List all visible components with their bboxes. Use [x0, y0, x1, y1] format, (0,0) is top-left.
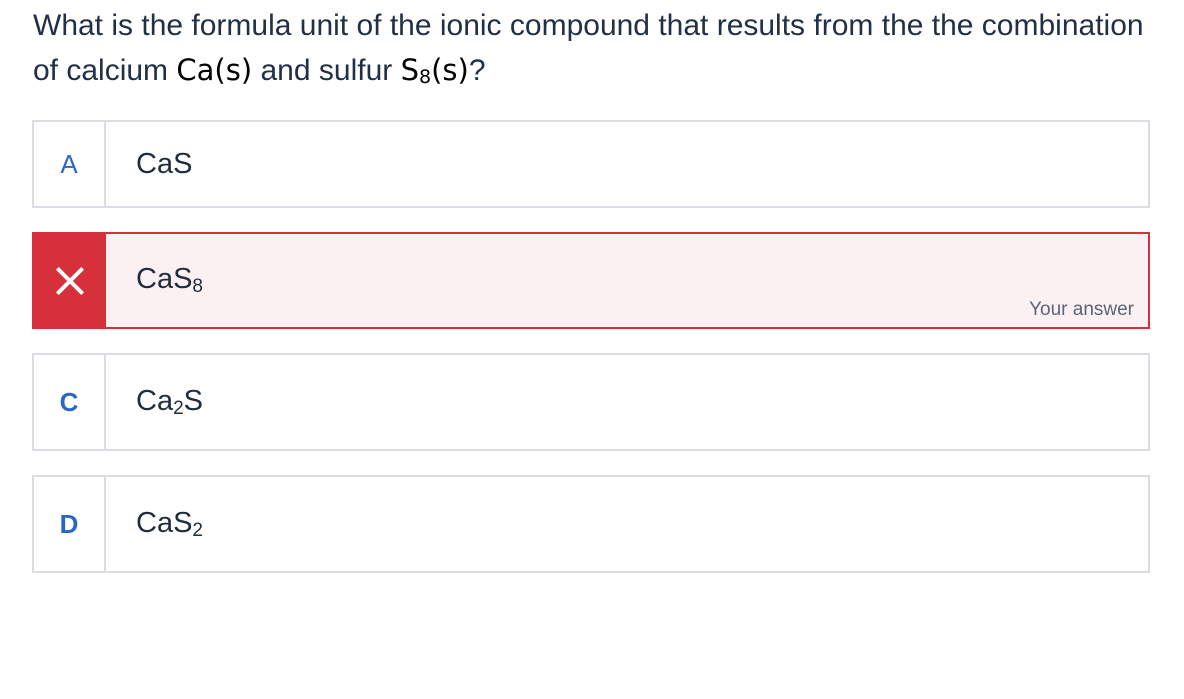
option-formula: CaS8	[136, 263, 203, 298]
option-formula-suffix: S	[183, 384, 203, 417]
option-answer-cell: CaS	[106, 122, 1148, 206]
option-formula: Ca2S	[136, 385, 203, 420]
option-letter-cell: C	[34, 355, 106, 449]
formula-sulfur-state: (s)	[431, 53, 469, 87]
option-formula-base: CaS	[136, 263, 193, 295]
answer-option-a[interactable]: A CaS	[32, 120, 1150, 208]
option-status-cell	[34, 234, 106, 327]
option-formula-base: CaS	[136, 506, 193, 539]
option-formula-base: CaS	[136, 147, 193, 180]
formula-sulfur-subscript: 8	[419, 66, 432, 88]
close-icon	[55, 266, 85, 296]
option-letter: A	[60, 148, 78, 179]
answer-option-b[interactable]: CaS8 Your answer	[32, 232, 1150, 329]
question-text-part3: ?	[468, 54, 486, 87]
option-formula-subscript: 2	[173, 397, 184, 419]
question-text: What is the formula unit of the ionic co…	[33, 4, 1153, 99]
option-formula: CaS	[136, 148, 192, 181]
option-answer-cell: Ca2S	[106, 355, 1148, 449]
option-formula-subscript: 8	[192, 276, 203, 297]
option-letter-cell: A	[34, 122, 106, 206]
your-answer-label: Your answer	[1029, 299, 1134, 320]
answer-option-d[interactable]: D CaS2	[32, 475, 1150, 573]
option-answer-cell: CaS8 Your answer	[106, 234, 1148, 327]
option-formula-base: Ca	[136, 384, 174, 417]
formula-sulfur: S8(s)	[400, 53, 469, 88]
option-formula-subscript: 2	[192, 519, 203, 541]
option-formula: CaS2	[136, 507, 203, 542]
option-letter: D	[59, 508, 79, 539]
question-text-part2: and sulfur	[252, 54, 401, 87]
formula-calcium: Ca(s)	[176, 53, 253, 87]
option-letter-cell: D	[34, 477, 106, 571]
formula-sulfur-base: S	[400, 53, 419, 87]
option-letter: C	[59, 386, 79, 417]
option-answer-cell: CaS2	[106, 477, 1148, 571]
answer-option-c[interactable]: C Ca2S	[32, 353, 1150, 451]
